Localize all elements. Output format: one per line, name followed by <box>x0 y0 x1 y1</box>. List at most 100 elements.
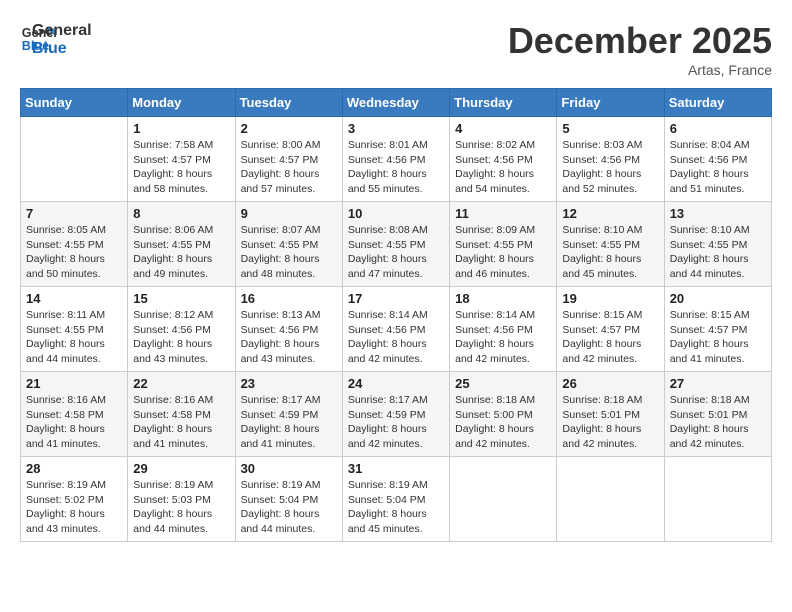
day-info: Sunrise: 8:19 AMSunset: 5:04 PMDaylight:… <box>348 478 444 537</box>
day-cell: 2Sunrise: 8:00 AMSunset: 4:57 PMDaylight… <box>235 117 342 202</box>
day-header-friday: Friday <box>557 89 664 117</box>
day-number: 7 <box>26 206 122 221</box>
day-info: Sunrise: 8:14 AMSunset: 4:56 PMDaylight:… <box>455 308 551 367</box>
day-header-thursday: Thursday <box>450 89 557 117</box>
day-number: 30 <box>241 461 337 476</box>
month-title: December 2025 <box>508 20 772 62</box>
day-cell: 29Sunrise: 8:19 AMSunset: 5:03 PMDayligh… <box>128 457 235 542</box>
day-info: Sunrise: 8:13 AMSunset: 4:56 PMDaylight:… <box>241 308 337 367</box>
day-cell: 23Sunrise: 8:17 AMSunset: 4:59 PMDayligh… <box>235 372 342 457</box>
day-number: 6 <box>670 121 766 136</box>
day-cell: 1 Sunrise: 7:58 AMSunset: 4:57 PMDaylight… <box>128 117 235 202</box>
day-cell: 22 Sunrise: 8:16 AMSunset: 4:58 PMDayligh… <box>128 372 235 457</box>
day-number: 14 <box>26 291 122 306</box>
day-number: 27 <box>670 376 766 391</box>
day-number: 24 <box>348 376 444 391</box>
day-cell: 3Sunrise: 8:01 AMSunset: 4:56 PMDaylight… <box>342 117 449 202</box>
week-row-1: 1 Sunrise: 7:58 AMSunset: 4:57 PMDaylight… <box>21 117 772 202</box>
day-number: 17 <box>348 291 444 306</box>
week-row-4: 21 Sunrise: 8:16 AMSunset: 4:58 PMDayligh… <box>21 372 772 457</box>
day-info: Sunrise: 8:17 AMSunset: 4:59 PMDaylight:… <box>348 393 444 452</box>
day-cell: 17Sunrise: 8:14 AMSunset: 4:56 PMDayligh… <box>342 287 449 372</box>
day-number: 20 <box>670 291 766 306</box>
day-cell: 21 Sunrise: 8:16 AMSunset: 4:58 PMDayligh… <box>21 372 128 457</box>
day-cell: 20 Sunrise: 8:15 AMSunset: 4:57 PMDayligh… <box>664 287 771 372</box>
day-number: 29 <box>133 461 229 476</box>
day-number: 10 <box>348 206 444 221</box>
day-cell: 7 Sunrise: 8:05 AMSunset: 4:55 PMDaylight… <box>21 202 128 287</box>
week-row-3: 14 Sunrise: 8:11 AMSunset: 4:55 PMDayligh… <box>21 287 772 372</box>
day-number: 1 <box>133 121 229 136</box>
day-cell: 19 Sunrise: 8:15 AMSunset: 4:57 PMDayligh… <box>557 287 664 372</box>
page-header: General Blue General Blue December 2025 … <box>20 20 772 78</box>
day-info: Sunrise: 8:06 AMSunset: 4:55 PMDaylight:… <box>133 223 229 282</box>
day-number: 15 <box>133 291 229 306</box>
day-info: Sunrise: 8:04 AMSunset: 4:56 PMDaylight:… <box>670 138 766 197</box>
day-cell <box>450 457 557 542</box>
day-cell: 9 Sunrise: 8:07 AMSunset: 4:55 PMDaylight… <box>235 202 342 287</box>
day-header-monday: Monday <box>128 89 235 117</box>
day-info: Sunrise: 8:19 AMSunset: 5:04 PMDaylight:… <box>241 478 337 537</box>
day-number: 2 <box>241 121 337 136</box>
day-cell: 6 Sunrise: 8:04 AMSunset: 4:56 PMDaylight… <box>664 117 771 202</box>
logo: General Blue General Blue <box>20 20 92 57</box>
day-number: 31 <box>348 461 444 476</box>
day-number: 25 <box>455 376 551 391</box>
day-cell: 26 Sunrise: 8:18 AMSunset: 5:01 PMDayligh… <box>557 372 664 457</box>
day-number: 26 <box>562 376 658 391</box>
day-info: Sunrise: 8:18 AMSunset: 5:01 PMDaylight:… <box>562 393 658 452</box>
day-cell: 13 Sunrise: 8:10 AMSunset: 4:55 PMDayligh… <box>664 202 771 287</box>
day-cell: 30 Sunrise: 8:19 AMSunset: 5:04 PMDayligh… <box>235 457 342 542</box>
day-info: Sunrise: 8:10 AMSunset: 4:55 PMDaylight:… <box>670 223 766 282</box>
day-info: Sunrise: 8:02 AMSunset: 4:56 PMDaylight:… <box>455 138 551 197</box>
day-header-wednesday: Wednesday <box>342 89 449 117</box>
day-number: 19 <box>562 291 658 306</box>
day-info: Sunrise: 8:18 AMSunset: 5:00 PMDaylight:… <box>455 393 551 452</box>
day-cell: 14 Sunrise: 8:11 AMSunset: 4:55 PMDayligh… <box>21 287 128 372</box>
day-number: 4 <box>455 121 551 136</box>
day-cell: 16Sunrise: 8:13 AMSunset: 4:56 PMDayligh… <box>235 287 342 372</box>
day-cell: 8 Sunrise: 8:06 AMSunset: 4:55 PMDaylight… <box>128 202 235 287</box>
day-info: Sunrise: 8:10 AMSunset: 4:55 PMDaylight:… <box>562 223 658 282</box>
day-info: Sunrise: 8:16 AMSunset: 4:58 PMDaylight:… <box>133 393 229 452</box>
day-info: Sunrise: 8:11 AMSunset: 4:55 PMDaylight:… <box>26 308 122 367</box>
day-number: 21 <box>26 376 122 391</box>
day-info: Sunrise: 8:15 AMSunset: 4:57 PMDaylight:… <box>670 308 766 367</box>
day-number: 13 <box>670 206 766 221</box>
day-number: 23 <box>241 376 337 391</box>
week-row-5: 28Sunrise: 8:19 AMSunset: 5:02 PMDayligh… <box>21 457 772 542</box>
location: Artas, France <box>508 62 772 78</box>
header-row: SundayMondayTuesdayWednesdayThursdayFrid… <box>21 89 772 117</box>
day-header-sunday: Sunday <box>21 89 128 117</box>
day-info: Sunrise: 8:09 AMSunset: 4:55 PMDaylight:… <box>455 223 551 282</box>
day-number: 11 <box>455 206 551 221</box>
day-cell: 28Sunrise: 8:19 AMSunset: 5:02 PMDayligh… <box>21 457 128 542</box>
day-info: Sunrise: 8:15 AMSunset: 4:57 PMDaylight:… <box>562 308 658 367</box>
day-number: 9 <box>241 206 337 221</box>
day-number: 18 <box>455 291 551 306</box>
day-info: Sunrise: 8:12 AMSunset: 4:56 PMDaylight:… <box>133 308 229 367</box>
logo-general: General <box>32 22 92 40</box>
day-cell: 27 Sunrise: 8:18 AMSunset: 5:01 PMDayligh… <box>664 372 771 457</box>
day-number: 22 <box>133 376 229 391</box>
day-number: 8 <box>133 206 229 221</box>
day-cell: 18 Sunrise: 8:14 AMSunset: 4:56 PMDayligh… <box>450 287 557 372</box>
day-cell <box>557 457 664 542</box>
day-info: Sunrise: 8:07 AMSunset: 4:55 PMDaylight:… <box>241 223 337 282</box>
day-cell: 24 Sunrise: 8:17 AMSunset: 4:59 PMDayligh… <box>342 372 449 457</box>
title-area: December 2025 Artas, France <box>508 20 772 78</box>
day-info: Sunrise: 8:05 AMSunset: 4:55 PMDaylight:… <box>26 223 122 282</box>
day-cell: 10Sunrise: 8:08 AMSunset: 4:55 PMDayligh… <box>342 202 449 287</box>
day-cell: 31 Sunrise: 8:19 AMSunset: 5:04 PMDayligh… <box>342 457 449 542</box>
day-cell: 11 Sunrise: 8:09 AMSunset: 4:55 PMDayligh… <box>450 202 557 287</box>
day-cell: 4 Sunrise: 8:02 AMSunset: 4:56 PMDaylight… <box>450 117 557 202</box>
day-number: 12 <box>562 206 658 221</box>
day-info: Sunrise: 8:18 AMSunset: 5:01 PMDaylight:… <box>670 393 766 452</box>
day-cell: 15 Sunrise: 8:12 AMSunset: 4:56 PMDayligh… <box>128 287 235 372</box>
day-header-tuesday: Tuesday <box>235 89 342 117</box>
day-info: Sunrise: 8:16 AMSunset: 4:58 PMDaylight:… <box>26 393 122 452</box>
week-row-2: 7 Sunrise: 8:05 AMSunset: 4:55 PMDaylight… <box>21 202 772 287</box>
logo-blue: Blue <box>32 40 92 58</box>
day-cell: 12 Sunrise: 8:10 AMSunset: 4:55 PMDayligh… <box>557 202 664 287</box>
day-info: Sunrise: 7:58 AMSunset: 4:57 PMDaylight:… <box>133 138 229 197</box>
